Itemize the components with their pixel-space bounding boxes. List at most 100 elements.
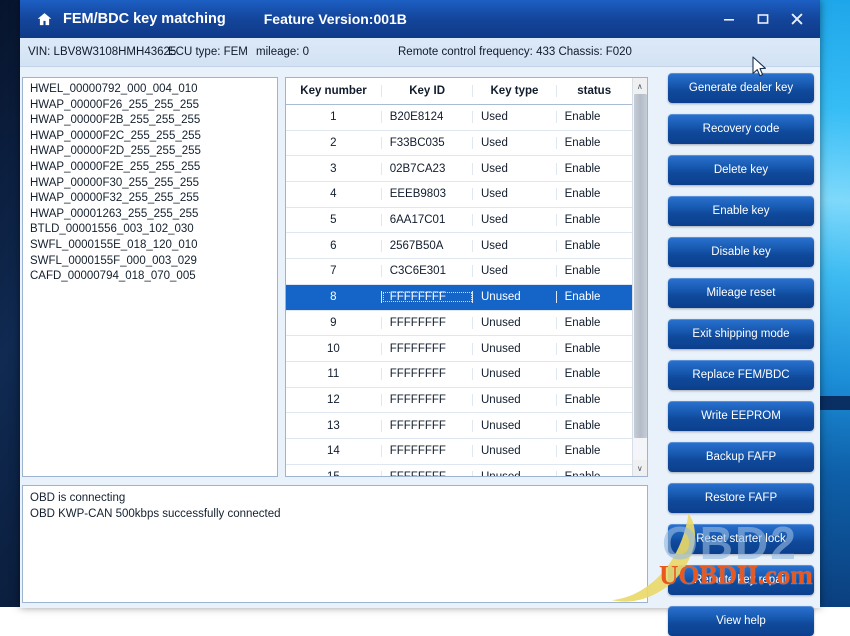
table-cell-key-type[interactable]: Unused [473,445,557,458]
mileage-reset-button[interactable]: Mileage reset [668,278,814,308]
table-cell-key-id[interactable]: FFFFFFFF [382,419,473,432]
table-cell-key-type[interactable]: Used [473,111,557,124]
list-item[interactable]: HWAP_00000F2D_255_255_255 [27,144,277,160]
table-cell-number[interactable]: 2 [286,137,382,150]
generate-dealer-key-button[interactable]: Generate dealer key [668,73,814,103]
key-table[interactable]: Key number Key ID Key type status 1 B20E8124 U… [286,78,632,476]
table-cell-key-type[interactable]: Used [473,214,557,227]
table-cell-key-id[interactable]: 02B7CA23 [382,162,473,175]
table-cell-key-type[interactable]: Used [473,137,557,150]
table-cell-number[interactable]: 14 [286,445,382,458]
recovery-code-button[interactable]: Recovery code [668,114,814,144]
table-cell-status[interactable]: Enable [557,420,632,432]
table-cell-key-type[interactable]: Unused [473,291,557,304]
table-cell-status[interactable]: Enable [557,394,632,406]
list-item[interactable]: HWAP_00000F2E_255_255_255 [27,160,277,176]
list-item[interactable]: HWAP_00000F30_255_255_255 [27,176,277,192]
table-cell-status[interactable]: Enable [557,343,632,355]
column-header[interactable]: Key type [473,85,557,97]
table-row[interactable]: 7 C3C6E301 Used Enable [286,259,632,285]
table-cell-key-id[interactable]: 2567B50A [382,239,473,252]
column-header[interactable]: Key number [286,85,382,97]
table-cell-key-id[interactable]: FFFFFFFF [382,445,473,458]
table-cell-key-id[interactable]: C3C6E301 [382,265,473,278]
list-item[interactable]: HWAP_00001263_255_255_255 [27,207,277,223]
table-cell-number[interactable]: 13 [286,419,382,432]
view-help-button[interactable]: View help [668,606,814,636]
list-item[interactable]: SWFL_0000155F_000_003_029 [27,254,277,270]
table-cell-number[interactable]: 10 [286,342,382,355]
list-item[interactable]: HWAP_00000F2C_255_255_255 [27,129,277,145]
list-item[interactable]: CAFD_00000794_018_070_005 [27,269,277,285]
restore-fafp-button[interactable]: Restore FAFP [668,483,814,513]
write-eeprom-button[interactable]: Write EEPROM [668,401,814,431]
table-cell-key-type[interactable]: Unused [473,393,557,406]
table-cell-number[interactable]: 12 [286,393,382,406]
table-cell-key-id[interactable]: FFFFFFFF [382,316,473,329]
table-cell-key-type[interactable]: Used [473,188,557,201]
table-row[interactable]: 8 FFFFFFFF Unused Enable [286,284,632,311]
table-row[interactable]: 12 FFFFFFFF Unused Enable [286,388,632,414]
table-cell-status[interactable]: Enable [557,445,632,457]
table-cell-status[interactable]: Enable [557,188,632,200]
close-button[interactable] [780,2,814,36]
column-header[interactable]: status [557,85,632,97]
table-cell-number[interactable]: 6 [286,239,382,252]
table-cell-key-type[interactable]: Unused [473,419,557,432]
table-cell-status[interactable]: Enable [557,163,632,175]
table-cell-key-id[interactable]: FFFFFFFF [382,470,473,476]
table-cell-key-id[interactable]: B20E8124 [382,111,473,124]
table-cell-status[interactable]: Enable [557,317,632,329]
exit-shipping-mode-button[interactable]: Exit shipping mode [668,319,814,349]
table-cell-number[interactable]: 11 [286,368,382,381]
table-cell-key-type[interactable]: Used [473,239,557,252]
list-item[interactable]: HWAP_00000F26_255_255_255 [27,98,277,114]
list-item[interactable]: BTLD_00001556_003_102_030 [27,222,277,238]
table-cell-status[interactable]: Enable [557,240,632,252]
table-row[interactable]: 13 FFFFFFFF Unused Enable [286,413,632,439]
table-cell-key-id[interactable]: EEEB9803 [382,188,473,201]
table-cell-number[interactable]: 4 [286,188,382,201]
table-cell-status[interactable]: Enable [557,214,632,226]
module-list-panel[interactable]: HWEL_00000792_000_004_010 HWAP_00000F26_2… [22,77,278,477]
scrollbar-thumb[interactable] [633,94,647,438]
table-cell-key-id[interactable]: FFFFFFFF [382,393,473,406]
scrollbar-track[interactable] [632,94,647,460]
table-cell-status[interactable]: Enable [557,265,632,277]
table-cell-number[interactable]: 3 [286,162,382,175]
table-cell-key-type[interactable]: Unused [473,342,557,355]
replace-fem-bdc-button[interactable]: Replace FEM/BDC [668,360,814,390]
table-row[interactable]: 14 FFFFFFFF Unused Enable [286,439,632,465]
table-cell-key-type[interactable]: Unused [473,368,557,381]
enable-key-button[interactable]: Enable key [668,196,814,226]
table-row[interactable]: 11 FFFFFFFF Unused Enable [286,362,632,388]
list-item[interactable]: HWEL_00000792_000_004_010 [27,82,277,98]
table-cell-number[interactable]: 8 [286,291,382,304]
maximize-button[interactable] [746,2,780,36]
key-table-scrollbar[interactable]: ∧ ∨ [631,78,647,476]
table-cell-status[interactable]: Enable [557,111,632,123]
table-cell-status[interactable]: Enable [557,471,632,476]
table-cell-number[interactable]: 5 [286,214,382,227]
table-cell-status[interactable]: Enable [557,137,632,149]
table-cell-status[interactable]: Enable [557,291,632,303]
column-header[interactable]: Key ID [382,85,474,97]
home-icon[interactable] [35,10,53,28]
table-cell-key-id[interactable]: FFFFFFFF [382,291,473,304]
table-row[interactable]: 2 F33BC035 Used Enable [286,131,632,157]
reset-starter-lock-button[interactable]: Reset starter lock [668,524,814,554]
table-cell-key-type[interactable]: Used [473,162,557,175]
list-item[interactable]: SWFL_0000155E_018_120_010 [27,238,277,254]
table-cell-number[interactable]: 9 [286,316,382,329]
table-cell-status[interactable]: Enable [557,368,632,380]
disable-key-button[interactable]: Disable key [668,237,814,267]
scroll-down-icon[interactable]: ∨ [632,460,647,476]
minimize-button[interactable] [712,2,746,36]
table-cell-key-id[interactable]: F33BC035 [382,137,473,150]
log-output-panel[interactable]: OBD is connecting OBD KWP-CAN 500kbps suc… [22,485,648,603]
table-cell-key-id[interactable]: FFFFFFFF [382,368,473,381]
table-row[interactable]: 5 6AA17C01 Used Enable [286,208,632,234]
table-row[interactable]: 3 02B7CA23 Used Enable [286,156,632,183]
list-item[interactable]: HWAP_00000F2B_255_255_255 [27,113,277,129]
list-item[interactable]: HWAP_00000F32_255_255_255 [27,191,277,207]
